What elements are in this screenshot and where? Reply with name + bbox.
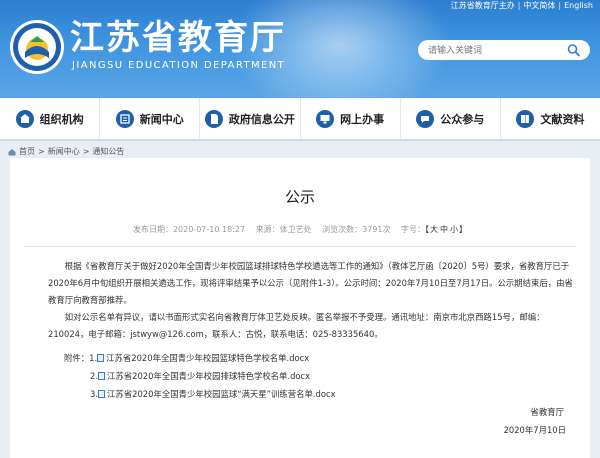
education-department-logo-icon[interactable] (8, 18, 66, 76)
article-panel: 公示 发布日期：2020-07-10 18:27 来源：体卫艺处 浏览次数：37… (10, 158, 590, 458)
attachment-number: 3. (90, 389, 98, 399)
publish-date: 发布日期：2020-07-10 18:27 (132, 225, 246, 234)
nav-label: 政府信息公开 (228, 112, 295, 126)
nav-label: 网上办事 (340, 112, 385, 126)
nav-item-gov-info[interactable]: 政府信息公开 (200, 98, 301, 139)
nav-item-literature[interactable]: 文献资料 (501, 98, 600, 139)
document-icon (204, 109, 223, 128)
attachment-number: 2. (90, 371, 98, 381)
font-medium-button[interactable]: 中 (439, 225, 449, 234)
font-size-control: 字号：【大中小】 (401, 225, 468, 234)
nav-label: 公众参与 (440, 112, 485, 126)
nav-label: 组织机构 (39, 112, 84, 126)
divider (24, 246, 576, 247)
attachment-number: 1. (89, 353, 98, 363)
home-host-link[interactable]: 江苏省教育厅主办 (448, 1, 518, 10)
attachment-row: 2. 江苏省2020年全国青少年校园排球特色学校名单.docx (90, 370, 310, 382)
attachment-row: 3. 江苏省2020年全国青少年校园篮球“满天星”训练营名单.docx (90, 388, 336, 400)
chat-icon (416, 109, 435, 128)
sign-date: 2020年7月10日 (503, 425, 566, 435)
word-file-icon (98, 372, 105, 380)
article-source: 来源：体卫艺处 (255, 225, 312, 234)
article-body: 根据《省教育厅关于做好2020年全国青少年校园篮球排球特色学校遴选等工作的通知》… (48, 258, 574, 343)
article-meta: 发布日期：2020-07-10 18:27 来源：体卫艺处 浏览次数：3791次… (10, 224, 590, 238)
search-icon[interactable] (566, 43, 582, 57)
breadcrumb-notice[interactable]: 通知公告 (92, 146, 124, 157)
home-icon (8, 148, 16, 155)
attachment-label-row: 附件： 1. 江苏省2020年全国青少年校园篮球特色学校名单.docx (48, 352, 309, 364)
font-large-button[interactable]: 大 (429, 225, 439, 234)
nav-item-news[interactable]: 新闻中心 (100, 98, 201, 139)
attachment-link-3[interactable]: 江苏省2020年全国青少年校园篮球“满天星”训练营名单.docx (107, 388, 336, 400)
nav-label: 新闻中心 (139, 112, 184, 126)
font-size-label: 字号： (401, 225, 426, 234)
attachment-link-2[interactable]: 江苏省2020年全国青少年校园排球特色学校名单.docx (107, 370, 310, 382)
book-icon (516, 109, 535, 128)
lang-en-link[interactable]: English (561, 1, 596, 10)
computer-icon (316, 109, 335, 128)
signer: 省教育厅 (530, 407, 565, 417)
site-subtitle: JIANGSU EDUCATION DEPARTMENT (72, 60, 286, 71)
nav-label: 文献资料 (540, 112, 585, 126)
attachment-label: 附件： (64, 353, 90, 363)
view-count: 浏览次数：3791次 (322, 225, 391, 234)
word-file-icon (98, 390, 105, 398)
top-links: 江苏省教育厅主办 | 中文简体 | English (448, 0, 596, 12)
breadcrumb-separator: > (38, 147, 45, 156)
breadcrumb-home[interactable]: 首页 (19, 146, 35, 157)
font-small-button[interactable]: 小 (449, 225, 459, 234)
organization-icon (15, 109, 34, 128)
site-header: 江苏省教育厅主办 | 中文简体 | English 江苏省教育厅 JIANGSU EDU… (0, 0, 600, 98)
nav-item-organization[interactable]: 组织机构 (0, 98, 101, 139)
lang-cn-link[interactable]: 中文简体 (520, 1, 558, 10)
breadcrumb-separator: > (82, 147, 90, 156)
search-input[interactable] (418, 40, 590, 60)
nav-item-online-service[interactable]: 网上办事 (301, 98, 401, 139)
paragraph-1: 根据《省教育厅关于做好2020年全国青少年校园篮球排球特色学校遴选等工作的通知》… (48, 261, 573, 305)
site-title: 江苏省教育厅 (70, 18, 286, 58)
news-icon (115, 109, 134, 128)
main-nav: 组织机构 新闻中心 政府信息公开 网上办事 公众参与 文献资料 (0, 98, 600, 141)
article-title: 公示 (284, 188, 315, 206)
word-file-icon (97, 354, 105, 362)
attachment-link-1[interactable]: 江苏省2020年全国青少年校园篮球特色学校名单.docx (106, 352, 309, 364)
breadcrumb-news[interactable]: 新闻中心 (48, 146, 80, 157)
breadcrumb: 首页 > 新闻中心 > 通知公告 (8, 146, 124, 157)
paragraph-2: 如对公示名单有异议，请以书面形式实名向省教育厅体卫艺处反映。匿名举报不予受理。通… (48, 312, 545, 339)
nav-item-public-participation[interactable]: 公众参与 (401, 98, 501, 139)
